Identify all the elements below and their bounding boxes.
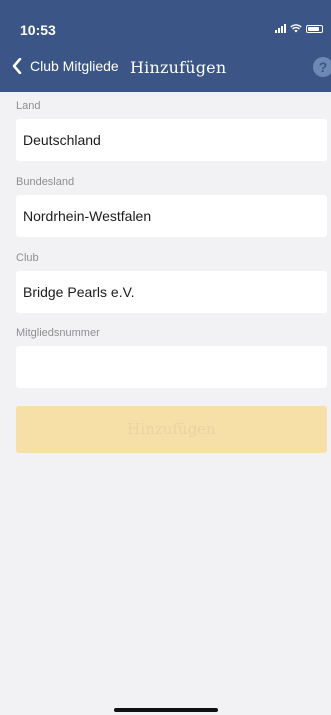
signal-icon xyxy=(275,24,286,33)
club-label: Club xyxy=(16,252,39,264)
mitgliedsnummer-label: Mitgliedsnummer xyxy=(16,327,100,339)
battery-icon xyxy=(306,24,323,33)
bundesland-label: Bundesland xyxy=(16,176,75,188)
chevron-left-icon xyxy=(12,58,22,74)
mitgliedsnummer-field[interactable] xyxy=(16,346,327,388)
help-icon[interactable]: ? xyxy=(313,57,331,77)
land-label: Land xyxy=(16,100,41,112)
home-indicator xyxy=(114,708,218,712)
bundesland-field[interactable]: Nordrhein-Westfalen xyxy=(16,195,327,237)
status-time: 10:53 xyxy=(20,22,56,38)
club-field[interactable]: Bridge Pearls e.V. xyxy=(16,271,327,313)
back-button-label: Club Mitgliede xyxy=(30,58,119,74)
add-button[interactable]: Hinzufügen xyxy=(16,406,327,453)
navigation-header: 10:53 Club Mitgliede Hinzufügen ? xyxy=(0,0,331,92)
page-title: Hinzufügen xyxy=(130,58,227,77)
land-field[interactable]: Deutschland xyxy=(16,119,327,161)
back-button[interactable]: Club Mitgliede xyxy=(12,58,119,74)
status-icons xyxy=(275,24,323,33)
wifi-icon xyxy=(290,24,302,33)
